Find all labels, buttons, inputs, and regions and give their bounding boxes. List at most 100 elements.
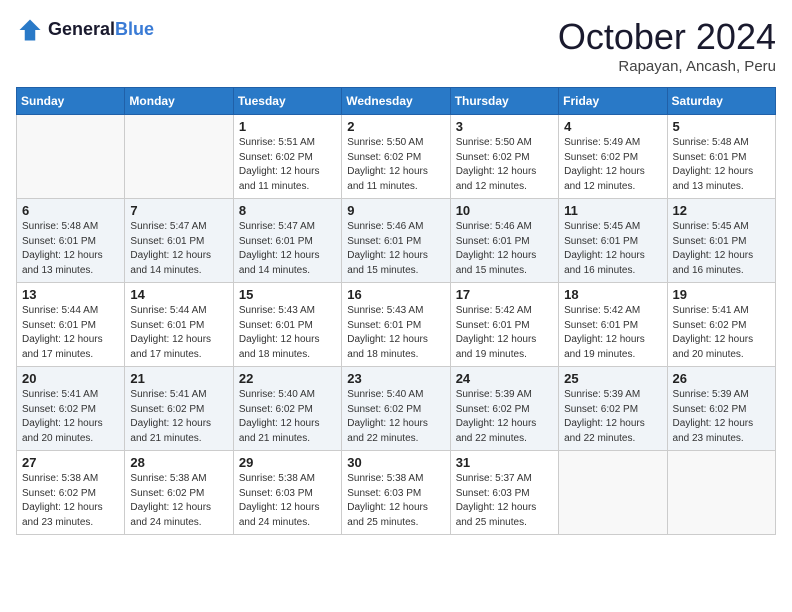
title-block: October 2024 Rapayan, Ancash, Peru <box>558 16 776 75</box>
day-number: 28 <box>130 455 227 470</box>
calendar-cell: 23 Sunrise: 5:40 AM Sunset: 6:02 PM Dayli… <box>342 367 450 451</box>
day-info: Sunrise: 5:38 AM Sunset: 6:02 PM Dayligh… <box>130 472 227 530</box>
day-number: 13 <box>22 287 119 302</box>
weekday-header-thursday: Thursday <box>450 88 558 115</box>
day-info: Sunrise: 5:49 AM Sunset: 6:02 PM Dayligh… <box>564 136 661 194</box>
day-number: 29 <box>239 455 336 470</box>
calendar-cell: 3 Sunrise: 5:50 AM Sunset: 6:02 PM Daylig… <box>450 115 558 199</box>
calendar-cell: 13 Sunrise: 5:44 AM Sunset: 6:01 PM Dayli… <box>17 283 125 367</box>
weekday-header-row: SundayMondayTuesdayWednesdayThursdayFrid… <box>17 88 776 115</box>
day-number: 6 <box>22 203 119 218</box>
calendar-cell: 30Sunrise: 5:38 AM Sunset: 6:03 PM Dayli… <box>342 451 450 535</box>
day-info: Sunrise: 5:42 AM Sunset: 6:01 PM Dayligh… <box>564 304 661 362</box>
day-info: Sunrise: 5:44 AM Sunset: 6:01 PM Dayligh… <box>130 304 227 362</box>
day-info: Sunrise: 5:46 AM Sunset: 6:01 PM Dayligh… <box>347 220 444 278</box>
week-row-3: 13 Sunrise: 5:44 AM Sunset: 6:01 PM Dayli… <box>17 283 776 367</box>
day-info: Sunrise: 5:47 AM Sunset: 6:01 PM Dayligh… <box>130 220 227 278</box>
day-info: Sunrise: 5:38 AM Sunset: 6:02 PM Dayligh… <box>22 472 119 530</box>
day-number: 17 <box>456 287 553 302</box>
calendar-cell: 16 Sunrise: 5:43 AM Sunset: 6:01 PM Dayli… <box>342 283 450 367</box>
week-row-1: 1 Sunrise: 5:51 AM Sunset: 6:02 PM Daylig… <box>17 115 776 199</box>
day-info: Sunrise: 5:43 AM Sunset: 6:01 PM Dayligh… <box>347 304 444 362</box>
month-title: October 2024 <box>558 16 776 58</box>
calendar-cell: 22 Sunrise: 5:40 AM Sunset: 6:02 PM Dayli… <box>233 367 341 451</box>
calendar-cell: 24Sunrise: 5:39 AM Sunset: 6:02 PM Dayli… <box>450 367 558 451</box>
calendar-cell: 28 Sunrise: 5:38 AM Sunset: 6:02 PM Dayli… <box>125 451 233 535</box>
weekday-header-saturday: Saturday <box>667 88 775 115</box>
calendar-cell: 19 Sunrise: 5:41 AM Sunset: 6:02 PM Dayli… <box>667 283 775 367</box>
weekday-header-tuesday: Tuesday <box>233 88 341 115</box>
day-info: Sunrise: 5:39 AM Sunset: 6:02 PM Dayligh… <box>564 388 661 446</box>
weekday-header-sunday: Sunday <box>17 88 125 115</box>
day-info: Sunrise: 5:48 AM Sunset: 6:01 PM Dayligh… <box>673 136 770 194</box>
weekday-header-wednesday: Wednesday <box>342 88 450 115</box>
day-number: 14 <box>130 287 227 302</box>
calendar-cell <box>17 115 125 199</box>
day-number: 27 <box>22 455 119 470</box>
day-number: 1 <box>239 119 336 134</box>
calendar-cell: 8 Sunrise: 5:47 AM Sunset: 6:01 PM Daylig… <box>233 199 341 283</box>
day-info: Sunrise: 5:41 AM Sunset: 6:02 PM Dayligh… <box>673 304 770 362</box>
logo: GeneralBlue <box>16 16 154 44</box>
calendar-cell: 14 Sunrise: 5:44 AM Sunset: 6:01 PM Dayli… <box>125 283 233 367</box>
location: Rapayan, Ancash, Peru <box>558 58 776 75</box>
calendar-cell: 4 Sunrise: 5:49 AM Sunset: 6:02 PM Daylig… <box>559 115 667 199</box>
calendar-cell: 10 Sunrise: 5:46 AM Sunset: 6:01 PM Dayli… <box>450 199 558 283</box>
day-info: Sunrise: 5:41 AM Sunset: 6:02 PM Dayligh… <box>130 388 227 446</box>
weekday-header-monday: Monday <box>125 88 233 115</box>
page-header: GeneralBlue October 2024 Rapayan, Ancash… <box>16 16 776 75</box>
calendar-cell <box>667 451 775 535</box>
day-info: Sunrise: 5:51 AM Sunset: 6:02 PM Dayligh… <box>239 136 336 194</box>
day-info: Sunrise: 5:42 AM Sunset: 6:01 PM Dayligh… <box>456 304 553 362</box>
day-number: 26 <box>673 371 770 386</box>
calendar-cell: 17 Sunrise: 5:42 AM Sunset: 6:01 PM Dayli… <box>450 283 558 367</box>
day-info: Sunrise: 5:40 AM Sunset: 6:02 PM Dayligh… <box>239 388 336 446</box>
day-number: 3 <box>456 119 553 134</box>
day-info: Sunrise: 5:50 AM Sunset: 6:02 PM Dayligh… <box>347 136 444 194</box>
day-info: Sunrise: 5:46 AM Sunset: 6:01 PM Dayligh… <box>456 220 553 278</box>
calendar-cell: 5 Sunrise: 5:48 AM Sunset: 6:01 PM Daylig… <box>667 115 775 199</box>
day-number: 2 <box>347 119 444 134</box>
day-number: 22 <box>239 371 336 386</box>
day-info: Sunrise: 5:47 AM Sunset: 6:01 PM Dayligh… <box>239 220 336 278</box>
calendar-table: SundayMondayTuesdayWednesdayThursdayFrid… <box>16 87 776 535</box>
day-number: 11 <box>564 203 661 218</box>
day-number: 12 <box>673 203 770 218</box>
calendar-cell: 25Sunrise: 5:39 AM Sunset: 6:02 PM Dayli… <box>559 367 667 451</box>
day-info: Sunrise: 5:38 AM Sunset: 6:03 PM Dayligh… <box>239 472 336 530</box>
week-row-5: 27 Sunrise: 5:38 AM Sunset: 6:02 PM Dayli… <box>17 451 776 535</box>
day-number: 16 <box>347 287 444 302</box>
day-number: 23 <box>347 371 444 386</box>
day-number: 15 <box>239 287 336 302</box>
day-number: 30 <box>347 455 444 470</box>
calendar-cell: 11Sunrise: 5:45 AM Sunset: 6:01 PM Dayli… <box>559 199 667 283</box>
day-number: 7 <box>130 203 227 218</box>
calendar-cell: 26Sunrise: 5:39 AM Sunset: 6:02 PM Dayli… <box>667 367 775 451</box>
day-info: Sunrise: 5:43 AM Sunset: 6:01 PM Dayligh… <box>239 304 336 362</box>
day-number: 9 <box>347 203 444 218</box>
day-info: Sunrise: 5:45 AM Sunset: 6:01 PM Dayligh… <box>673 220 770 278</box>
day-number: 8 <box>239 203 336 218</box>
weekday-header-friday: Friday <box>559 88 667 115</box>
logo-icon <box>16 16 44 44</box>
week-row-4: 20Sunrise: 5:41 AM Sunset: 6:02 PM Dayli… <box>17 367 776 451</box>
calendar-cell: 9 Sunrise: 5:46 AM Sunset: 6:01 PM Daylig… <box>342 199 450 283</box>
calendar-cell: 12 Sunrise: 5:45 AM Sunset: 6:01 PM Dayli… <box>667 199 775 283</box>
day-number: 18 <box>564 287 661 302</box>
day-number: 4 <box>564 119 661 134</box>
day-info: Sunrise: 5:39 AM Sunset: 6:02 PM Dayligh… <box>456 388 553 446</box>
calendar-cell: 6Sunrise: 5:48 AM Sunset: 6:01 PM Daylig… <box>17 199 125 283</box>
calendar-cell <box>559 451 667 535</box>
day-info: Sunrise: 5:50 AM Sunset: 6:02 PM Dayligh… <box>456 136 553 194</box>
day-number: 10 <box>456 203 553 218</box>
day-info: Sunrise: 5:40 AM Sunset: 6:02 PM Dayligh… <box>347 388 444 446</box>
calendar-cell <box>125 115 233 199</box>
day-number: 5 <box>673 119 770 134</box>
calendar-cell: 1 Sunrise: 5:51 AM Sunset: 6:02 PM Daylig… <box>233 115 341 199</box>
calendar-cell: 15 Sunrise: 5:43 AM Sunset: 6:01 PM Dayli… <box>233 283 341 367</box>
calendar-cell: 27 Sunrise: 5:38 AM Sunset: 6:02 PM Dayli… <box>17 451 125 535</box>
calendar-cell: 29 Sunrise: 5:38 AM Sunset: 6:03 PM Dayli… <box>233 451 341 535</box>
day-number: 19 <box>673 287 770 302</box>
day-info: Sunrise: 5:44 AM Sunset: 6:01 PM Dayligh… <box>22 304 119 362</box>
day-info: Sunrise: 5:41 AM Sunset: 6:02 PM Dayligh… <box>22 388 119 446</box>
